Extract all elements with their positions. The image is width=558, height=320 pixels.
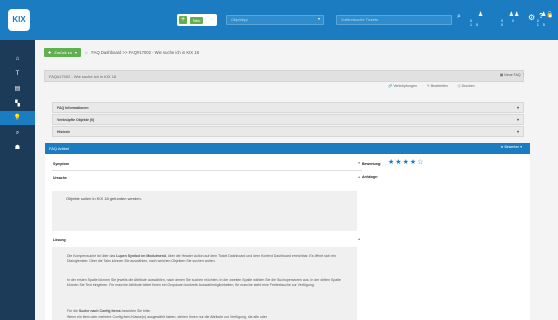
module-sidebar: ⌂ T ▤ ▚ 💡 ⌕ ☗ <box>0 40 35 320</box>
ursache-text: Objekte sollen in KIX 18 gefunden werden… <box>66 196 142 201</box>
rate-label: Bewerten <box>504 145 520 149</box>
ticket-stats: ♟ 0 15 ♟♟ 0 0 0 ♟🔒 0 15 <box>470 12 558 27</box>
breadcrumb-path[interactable]: FAQ Dashboard >> FAQ#17002 - Wie suche i… <box>91 50 199 55</box>
reminder-count: 0 15 <box>536 19 549 27</box>
home-crumb-icon[interactable]: ⌂ <box>85 50 87 55</box>
accordion-label: Historie <box>57 130 71 134</box>
more-icon: ⋮ <box>521 73 526 77</box>
user-icon[interactable]: ● <box>548 13 552 20</box>
search-module-icon[interactable]: ⌕ <box>0 126 35 140</box>
section-symptom[interactable]: Symptom ▾ <box>52 160 362 169</box>
star-filled-icon: ★ <box>395 159 403 166</box>
new-button-label: Neu <box>190 16 204 24</box>
divider <box>52 170 362 171</box>
loesung-text: Für die <box>67 309 79 313</box>
help-icon[interactable]: ? <box>539 13 543 20</box>
plus-icon: + <box>179 16 187 24</box>
faq-icon[interactable]: 💡 <box>0 111 35 125</box>
pencil-icon: ✎ <box>426 84 430 88</box>
faq-article-header: FAQ Artikel ★ Bewerten ▾ <box>45 143 530 154</box>
attachments-label: Anhänge: <box>362 175 379 179</box>
print-button[interactable]: ⎙ Drucken <box>458 84 475 88</box>
back-button[interactable]: ✚ Zurück zu ▾ <box>44 47 81 57</box>
escalation-stat[interactable]: ♟♟ 0 0 0 <box>501 12 527 27</box>
ticket-total-count: 0 15 <box>470 19 482 27</box>
faq-title: FAQ#17002 - Wie suche ich in KIX 18 <box>49 74 117 79</box>
edit-button[interactable]: ✎ Bearbeiten <box>427 84 448 88</box>
admin-icon[interactable]: ☗ <box>0 141 35 155</box>
loesung-paragraph-2: In der ersten Spalte können Sie jeweils … <box>67 278 341 287</box>
chevron-down-icon: ▾ <box>516 129 519 134</box>
accordion-linked-objects[interactable]: Verknüpfte Objekte (0) ▾ <box>52 114 524 125</box>
star-filled-icon: ★ <box>402 159 410 166</box>
object-type-placeholder: Objekttyp <box>231 17 248 22</box>
rate-button[interactable]: ★ Bewerten ▾ <box>500 145 522 149</box>
printer-icon: ⎙ <box>457 84 461 88</box>
chevron-up-icon: ▴ <box>358 237 360 241</box>
chevron-down-icon: ▾ <box>358 161 360 165</box>
loesung-paragraph-4: Wenn ein Item oder mehrere Config Item K… <box>67 315 267 319</box>
section-loesung[interactable]: Lösung ▴ <box>52 236 362 245</box>
loesung-paragraph-1: Die Komplexsuche ist über das Lupen Symb… <box>67 254 349 264</box>
kix-logo[interactable]: KIX <box>8 9 30 31</box>
loesung-paragraph-3: Für die Suche nach Config Items beachten… <box>67 309 349 314</box>
object-type-select[interactable]: Objekttyp ▾ <box>226 15 324 25</box>
new-button[interactable]: + Neu <box>177 14 217 26</box>
symptom-label: Symptom <box>53 162 69 166</box>
print-label: Drucken <box>461 84 475 88</box>
search-placeholder: Volltextsuche Tickets <box>341 17 379 22</box>
link-icon: 🔗 <box>388 84 393 88</box>
loesung-bold: Suche nach Config Items <box>78 309 121 313</box>
search-input[interactable]: Volltextsuche Tickets <box>336 15 452 25</box>
accordion-label: FAQ Informationen <box>57 106 89 110</box>
ursache-label: Ursache <box>53 176 67 180</box>
loesung-bold: Lupen Symbol im Modulmenü <box>116 254 166 258</box>
faq-article-title: FAQ Artikel <box>49 146 70 151</box>
breadcrumb: ✚ Zurück zu ▾ ⌂ FAQ Dashboard >> FAQ#170… <box>44 46 504 58</box>
accordion-label: Verknüpfte Objekte (0) <box>57 118 95 122</box>
chevron-down-icon: ▾ <box>74 49 77 55</box>
new-faq-button[interactable]: ▦ Neue FAQ ⋮ <box>500 73 525 77</box>
rating-label: Bewertung: <box>362 162 382 166</box>
edit-label: Bearbeiten <box>430 84 448 88</box>
links-button[interactable]: 🔗 Verknüpfungen <box>388 84 417 88</box>
ticket-total-stat[interactable]: ♟ 0 15 <box>470 12 491 27</box>
home-icon[interactable]: ⌂ <box>0 52 35 66</box>
chevron-up-icon: ▴ <box>358 175 360 179</box>
gear-icon[interactable]: ⚙ <box>528 13 535 22</box>
search-icon[interactable]: ⌕ <box>457 13 461 21</box>
cmdb-icon[interactable]: ▤ <box>0 82 35 96</box>
chevron-down-icon: ▾ <box>516 105 519 110</box>
ticket-total-icon: ♟ <box>477 12 484 18</box>
loesung-label: Lösung <box>53 238 66 242</box>
faq-new-icon: ▦ <box>500 73 504 77</box>
escalation-count: 0 0 0 <box>501 19 518 27</box>
loesung-text: Die Komplexsuche ist über das <box>67 254 117 258</box>
ticket-icon[interactable]: T <box>0 67 35 81</box>
links-label: Verknüpfungen <box>393 84 417 88</box>
faq-actions: 🔗 Verknüpfungen ✎ Bearbeiten ⎙ Drucken <box>388 84 475 88</box>
accordion-faq-info[interactable]: FAQ Informationen ▾ <box>52 102 524 113</box>
star-icon: ★ <box>500 145 504 149</box>
section-ursache[interactable]: Ursache ▴ <box>52 174 362 183</box>
loesung-text: beachten Sie bitte: <box>120 309 151 313</box>
accordion-history[interactable]: Historie ▾ <box>52 126 524 137</box>
back-arrow-icon: ✚ <box>48 49 52 55</box>
star-empty-icon: ☆ <box>417 159 425 166</box>
chevron-down-icon: ▾ <box>516 117 519 122</box>
back-button-label: Zurück zu <box>54 49 72 55</box>
rating-stars: ★★★★☆ <box>388 158 424 166</box>
chevron-down-icon: ▾ <box>317 16 320 21</box>
escalation-icon: ♟♟ <box>508 12 520 18</box>
new-faq-label: Neue FAQ <box>504 73 521 77</box>
customer-icon[interactable]: ▚ <box>0 97 35 111</box>
faq-title-bar: FAQ#17002 - Wie suche ich in KIX 18 <box>44 70 524 82</box>
